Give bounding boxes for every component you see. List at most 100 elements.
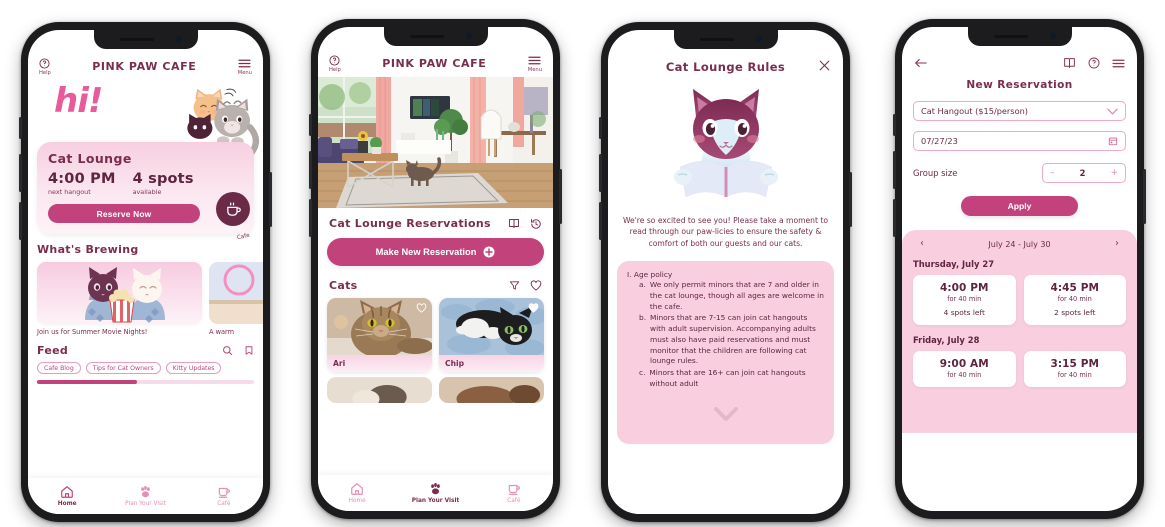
filter-icon[interactable] <box>509 280 520 291</box>
warm-welcome-illustration <box>209 262 263 324</box>
reservation-type-select[interactable]: Cat Hangout ($15/person) <box>913 101 1126 121</box>
cup-icon <box>508 484 520 495</box>
slot-time: 3:15 PM <box>1050 358 1100 370</box>
cat-card-chip[interactable]: Chip <box>439 298 544 372</box>
make-new-reservation-button[interactable]: Make New Reservation <box>327 238 544 266</box>
rule-marker: a. <box>639 280 646 290</box>
rules-book-icon[interactable] <box>1063 57 1076 69</box>
help-button[interactable]: Help <box>39 58 51 76</box>
phone-2-screen: Help PINK PAW CAFE Menu Cat Lounge Reser… <box>318 27 553 511</box>
slot-time: 4:00 PM <box>939 282 989 294</box>
week-navigation: ‹ July 24 - July 30 › <box>913 237 1126 249</box>
notch <box>673 30 778 49</box>
hamburger-icon[interactable] <box>1112 58 1125 69</box>
prev-week-button[interactable]: ‹ <box>920 239 924 249</box>
rule-item: a. We only permit minors that are 7 and … <box>627 280 824 312</box>
rule-item: c. Minors that are 16+ can join cat hang… <box>627 368 824 389</box>
rule-item: b. Minors that are 7-15 can join cat han… <box>627 313 824 367</box>
feed-title: Feed <box>37 344 69 357</box>
menu-button[interactable]: Menu <box>238 58 252 76</box>
rule-text: We only permit minors that are 7 and old… <box>649 280 824 311</box>
cat-photo <box>439 298 544 355</box>
slot-duration: for 40 min <box>1057 295 1092 303</box>
favorite-heart-icon-filled[interactable] <box>528 303 539 313</box>
cats-grid: Ari Chip <box>318 292 553 372</box>
bottom-tab-bar: Home Plan Your Visit Café <box>28 478 263 514</box>
time-slot-card[interactable]: 4:00 PM for 40 min 4 spots left <box>913 275 1016 325</box>
next-hangout-caption: next hangout <box>48 188 91 196</box>
history-icon[interactable] <box>530 218 542 230</box>
brewing-carousel[interactable]: Join us for Summer Movie Nights! A warm <box>37 262 263 336</box>
date-input[interactable]: 07/27/23 <box>913 131 1126 151</box>
feed-chip-cafe-blog[interactable]: Cafe Blog <box>37 362 81 374</box>
cat-name: Ari <box>327 355 432 372</box>
time-slot-card[interactable]: 4:45 PM for 40 min 2 spots left <box>1023 275 1126 325</box>
tab-cafe-label: Café <box>217 501 231 507</box>
slot-time: 4:45 PM <box>1050 282 1100 294</box>
tab-home[interactable]: Home <box>28 485 106 507</box>
next-hangout-stat: 4:00 PM next hangout <box>48 171 116 196</box>
week-range-label: July 24 - July 30 <box>988 239 1051 249</box>
rules-book-icon[interactable] <box>508 218 520 229</box>
paw-icon <box>141 486 150 498</box>
reserve-now-button[interactable]: Reserve Now <box>48 204 200 223</box>
rules-list[interactable]: I. Age policy a. We only permit minors t… <box>617 261 834 445</box>
new-reservation-app: New Reservation Cat Hangout ($15/person)… <box>902 27 1137 511</box>
spots-stat: 4 spots available <box>133 171 194 196</box>
tab-cafe-label: Café <box>507 498 521 504</box>
brewing-card[interactable]: Join us for Summer Movie Nights! <box>37 262 202 336</box>
home-icon <box>351 483 363 495</box>
help-icon[interactable] <box>1088 57 1100 69</box>
cats-grid-row2 <box>318 372 553 403</box>
search-icon[interactable] <box>222 345 233 356</box>
feed-chip-tips[interactable]: Tips for Cat Owners <box>85 362 161 374</box>
slot-row: 9:00 AM for 40 min 3:15 PM for 40 min <box>913 351 1126 387</box>
app-header: Help PINK PAW CAFE Menu <box>318 49 553 77</box>
menu-label: Menu <box>527 67 542 73</box>
next-week-button[interactable]: › <box>1115 239 1119 249</box>
brewing-card[interactable]: A warm <box>209 262 263 336</box>
feed-chip-kitty-updates[interactable]: Kitty Updates <box>165 362 222 374</box>
screenshot-stage: Help PINK PAW CAFE Menu hi! Cat Lounge 4… <box>0 0 1165 527</box>
tab-cafe[interactable]: Café <box>475 482 553 504</box>
make-new-reservation-label: Make New Reservation <box>375 247 477 257</box>
help-button[interactable]: Help <box>329 55 341 73</box>
rules-intro-text: We're so excited to see you! Please take… <box>622 216 828 248</box>
tab-cafe[interactable]: Café <box>185 485 263 507</box>
slot-time: 9:00 AM <box>939 358 989 370</box>
cafe-fab-button[interactable] <box>216 192 250 226</box>
bookmark-icon[interactable] <box>244 345 254 356</box>
apply-button[interactable]: Apply <box>961 196 1078 216</box>
tab-plan-your-visit[interactable]: Plan Your Visit <box>106 485 184 507</box>
reading-cat-illustration-wrap <box>608 81 843 209</box>
feed-header: Feed <box>37 344 254 357</box>
scroll-indicator[interactable] <box>37 380 254 384</box>
rule-text: Minors that are 16+ can join cat hangout… <box>649 368 806 388</box>
cat-card-partial[interactable] <box>439 377 544 403</box>
cat-card-partial[interactable] <box>327 377 432 403</box>
close-icon[interactable] <box>818 59 831 72</box>
tab-home[interactable]: Home <box>318 482 396 504</box>
increment-button[interactable]: + <box>1110 168 1118 178</box>
tab-plan-your-visit[interactable]: Plan Your Visit <box>396 482 474 504</box>
time-slot-card[interactable]: 3:15 PM for 40 min <box>1023 351 1126 387</box>
favorite-heart-icon[interactable] <box>416 303 427 313</box>
phone-2-reservations: Help PINK PAW CAFE Menu Cat Lounge Reser… <box>309 19 562 519</box>
date-value: 07/27/23 <box>921 136 958 146</box>
tab-plan-label: Plan Your Visit <box>411 498 460 504</box>
menu-button[interactable]: Menu <box>528 55 542 73</box>
cats-title: Cats <box>329 279 358 292</box>
header-actions <box>1063 57 1125 69</box>
back-arrow-icon[interactable] <box>914 57 928 69</box>
slot-spots: 4 spots left <box>943 308 985 317</box>
heart-icon[interactable] <box>530 280 542 291</box>
group-size-stepper[interactable]: – 2 + <box>1042 163 1126 183</box>
feed-actions <box>222 345 254 356</box>
cat-card-ari[interactable]: Ari <box>327 298 432 372</box>
tab-home-label: Home <box>348 498 366 504</box>
decrement-button[interactable]: – <box>1050 168 1055 178</box>
group-size-row: Group size – 2 + <box>913 163 1126 183</box>
menu-label: Menu <box>237 70 252 76</box>
time-slot-card[interactable]: 9:00 AM for 40 min <box>913 351 1016 387</box>
chevron-down-icon[interactable] <box>713 406 739 422</box>
